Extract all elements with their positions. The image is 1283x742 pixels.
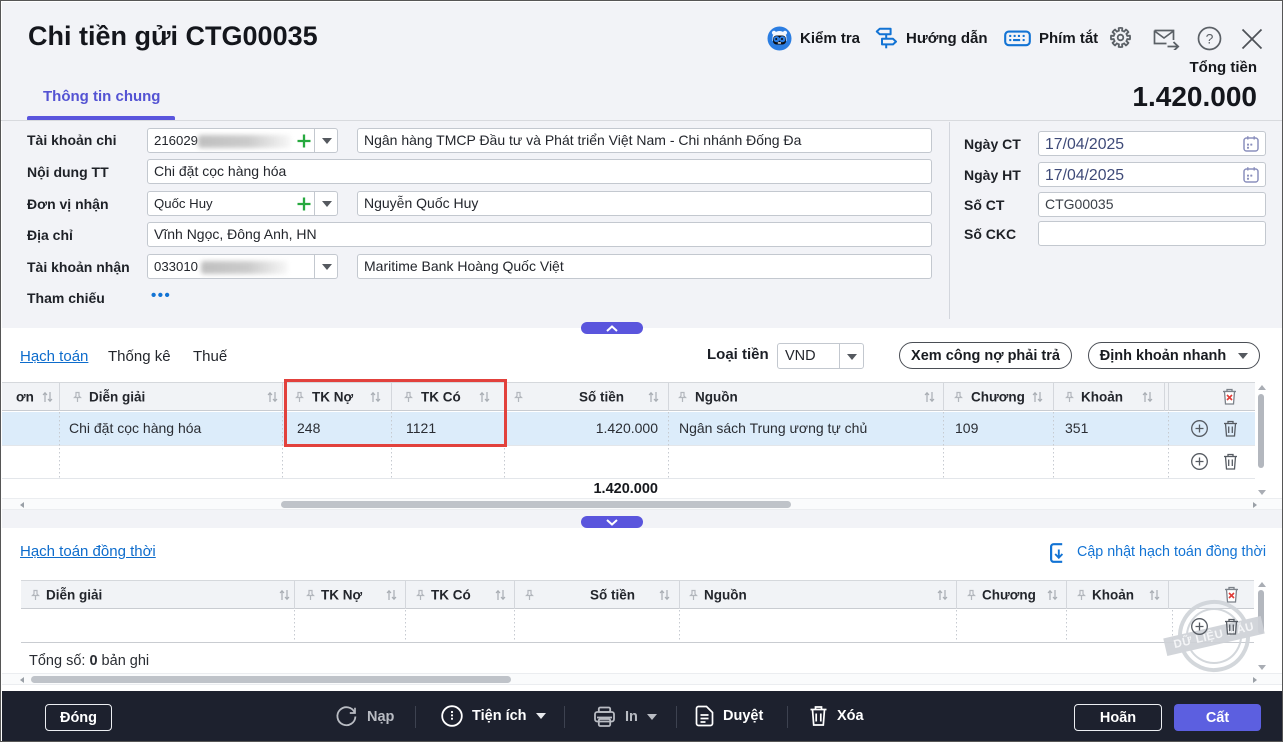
svg-text:?: ? [1206, 30, 1214, 46]
